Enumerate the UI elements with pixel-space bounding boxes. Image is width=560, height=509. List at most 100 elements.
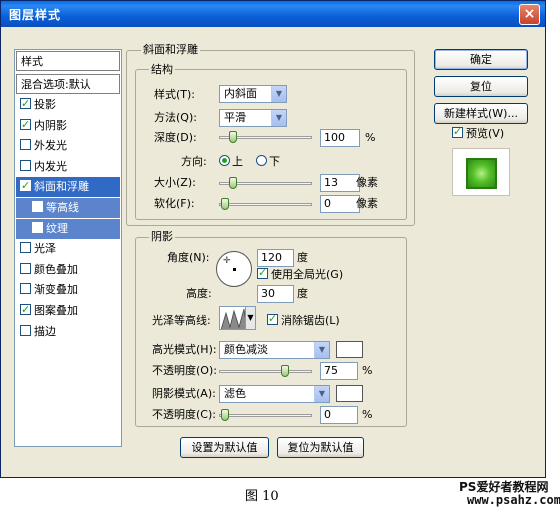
- direction-up-option[interactable]: 上: [219, 153, 243, 171]
- angle-dial[interactable]: ✛: [216, 251, 252, 287]
- size-slider[interactable]: [219, 174, 312, 192]
- style-item[interactable]: 描边: [16, 322, 120, 342]
- slider-thumb[interactable]: [221, 198, 229, 210]
- checkbox-checked-icon[interactable]: [20, 300, 31, 320]
- soften-input[interactable]: 0: [320, 195, 360, 213]
- styles-header[interactable]: 样式: [16, 51, 120, 71]
- highlight-color-swatch[interactable]: [336, 341, 363, 358]
- style-item-label: 内阴影: [34, 118, 67, 132]
- size-input[interactable]: 13: [320, 174, 360, 192]
- contour-dropdown-button[interactable]: ▼: [245, 306, 256, 330]
- shadow-opacity-label: 不透明度(C):: [152, 408, 216, 421]
- angle-unit: 度: [297, 251, 308, 264]
- checkbox-icon[interactable]: [32, 201, 43, 212]
- highlight-opacity-slider[interactable]: [219, 362, 312, 380]
- shadow-opacity-slider[interactable]: [219, 406, 312, 424]
- chevron-down-icon: ▼: [271, 86, 286, 102]
- style-item[interactable]: 外发光: [16, 136, 120, 156]
- checkbox-checked-icon[interactable]: [20, 176, 31, 196]
- style-item-label: 等高线: [46, 201, 79, 214]
- checkbox-checked-icon: [452, 123, 463, 141]
- direction-down-option[interactable]: 下: [256, 153, 280, 171]
- chevron-down-icon: ▼: [314, 342, 329, 358]
- style-item[interactable]: 纹理: [16, 218, 120, 239]
- style-item[interactable]: 颜色叠加: [16, 260, 120, 280]
- depth-input[interactable]: 100: [320, 129, 360, 147]
- bevel-style-select[interactable]: 内斜面 ▼: [219, 85, 287, 103]
- style-item[interactable]: 图案叠加: [16, 300, 120, 321]
- direction-label: 方向:: [181, 155, 207, 168]
- slider-thumb[interactable]: [229, 131, 237, 143]
- layer-style-dialog: 图层样式 × 样式 混合选项:默认 投影内阴影外发光内发光斜面和浮雕等高线纹理光…: [0, 0, 546, 478]
- slider-track: [219, 414, 312, 417]
- reset-to-default-button[interactable]: 复位为默认值: [277, 437, 364, 458]
- new-style-button[interactable]: 新建样式(W)...: [434, 103, 528, 124]
- style-item-label: 内发光: [34, 159, 67, 173]
- style-item-label: 纹理: [46, 221, 68, 235]
- blending-options-item[interactable]: 混合选项:默认: [16, 74, 120, 94]
- altitude-label: 高度:: [186, 287, 212, 300]
- checkbox-icon[interactable]: [20, 242, 31, 254]
- checkbox-icon[interactable]: [20, 262, 31, 274]
- checkbox-icon[interactable]: [20, 324, 31, 336]
- style-item-label: 图案叠加: [34, 304, 78, 317]
- slider-thumb[interactable]: [229, 177, 237, 189]
- style-item-label: 颜色叠加: [34, 262, 78, 276]
- highlight-mode-select[interactable]: 颜色减淡 ▼: [219, 341, 330, 359]
- technique-select[interactable]: 平滑 ▼: [219, 109, 287, 127]
- preview-swatch: [466, 158, 497, 189]
- checkbox-icon[interactable]: [20, 139, 31, 151]
- shadow-opacity-input[interactable]: 0: [320, 406, 358, 424]
- anti-aliased-checkbox[interactable]: 消除锯齿(L): [267, 310, 340, 330]
- size-unit: 像素: [356, 176, 378, 189]
- style-item[interactable]: 内发光: [16, 157, 120, 177]
- depth-slider[interactable]: [219, 128, 312, 146]
- shadow-mode-select[interactable]: 滤色 ▼: [219, 385, 330, 403]
- angle-label: 角度(N):: [167, 251, 210, 264]
- style-item[interactable]: 光泽: [16, 239, 120, 259]
- ok-button[interactable]: 确定: [434, 49, 528, 70]
- soften-slider[interactable]: [219, 195, 312, 213]
- preview-checkbox[interactable]: 预览(V): [452, 123, 504, 143]
- style-item[interactable]: 投影: [16, 94, 120, 115]
- checkbox-icon[interactable]: [20, 283, 31, 295]
- checkbox-icon[interactable]: [20, 159, 31, 171]
- title-bar[interactable]: 图层样式 ×: [1, 1, 545, 27]
- contour-curve-icon: [220, 308, 246, 329]
- checkbox-icon[interactable]: [32, 221, 43, 233]
- soften-unit: 像素: [356, 197, 378, 210]
- watermark-url: www.psahz.com: [467, 493, 560, 507]
- slider-thumb[interactable]: [221, 409, 229, 421]
- highlight-opacity-input[interactable]: 75: [320, 362, 358, 380]
- style-item[interactable]: 内阴影: [16, 115, 120, 136]
- style-preview-thumbnail: [452, 148, 510, 196]
- crosshair-icon: ✛: [223, 256, 231, 266]
- style-item[interactable]: 渐变叠加: [16, 280, 120, 300]
- reset-button[interactable]: 复位: [434, 76, 528, 97]
- soften-label: 软化(F):: [154, 197, 195, 210]
- checkbox-checked-icon[interactable]: [20, 94, 31, 114]
- style-item[interactable]: 斜面和浮雕: [16, 176, 120, 198]
- figure-caption: 图 10: [245, 489, 279, 504]
- global-light-checkbox[interactable]: 使用全局光(G): [257, 264, 343, 284]
- close-button[interactable]: ×: [519, 4, 540, 25]
- chevron-down-icon: ▼: [271, 110, 286, 126]
- bevel-emboss-title: 斜面和浮雕: [141, 43, 200, 56]
- style-item-label: 渐变叠加: [34, 283, 78, 297]
- slider-track: [219, 370, 312, 373]
- gloss-contour-preview[interactable]: [219, 306, 247, 330]
- make-default-button[interactable]: 设置为默认值: [180, 437, 269, 458]
- styles-list: 样式 混合选项:默认 投影内阴影外发光内发光斜面和浮雕等高线纹理光泽颜色叠加渐变…: [14, 49, 122, 447]
- shadow-mode-value: 滤色: [224, 387, 246, 400]
- shadow-color-swatch[interactable]: [336, 385, 363, 402]
- checkbox-checked-icon: [267, 310, 278, 328]
- method-label: 方法(Q):: [154, 111, 197, 124]
- altitude-input[interactable]: 30: [257, 285, 294, 303]
- technique-value: 平滑: [224, 111, 246, 124]
- checkbox-checked-icon[interactable]: [20, 115, 31, 135]
- style-item[interactable]: 等高线: [16, 198, 120, 218]
- slider-thumb[interactable]: [281, 365, 289, 377]
- highlight-opacity-label: 不透明度(O):: [152, 364, 217, 377]
- dialog-title: 图层样式: [9, 8, 62, 22]
- depth-label: 深度(D):: [154, 131, 197, 144]
